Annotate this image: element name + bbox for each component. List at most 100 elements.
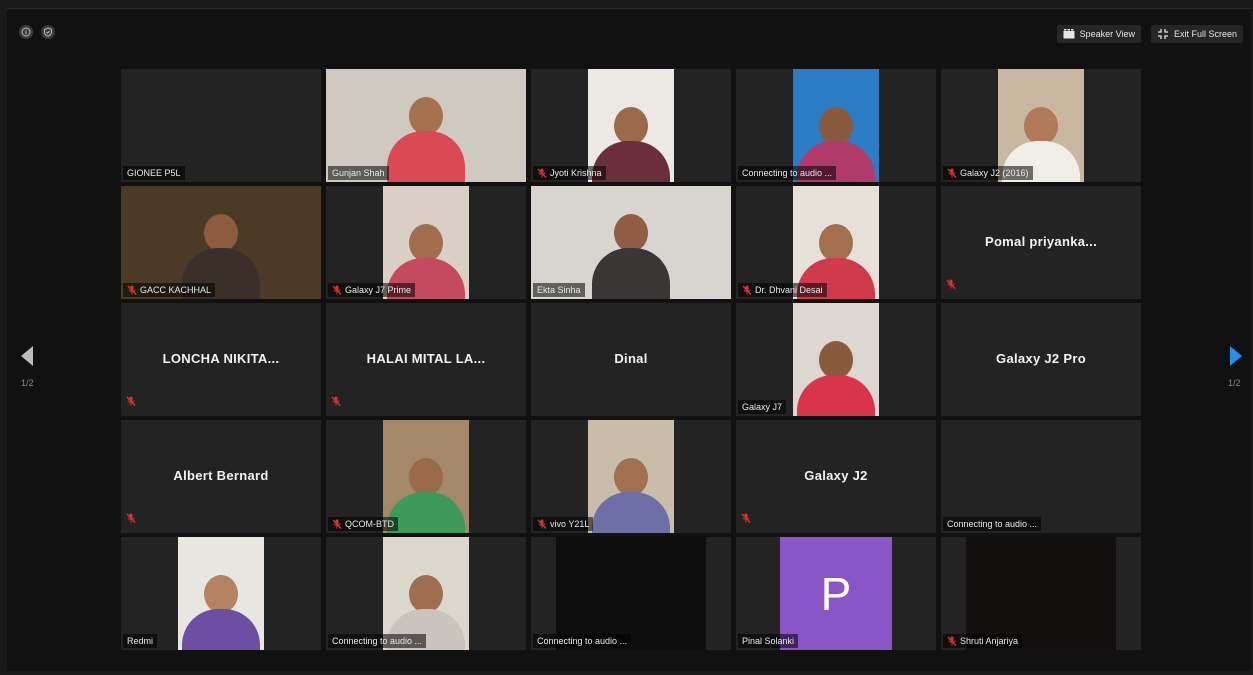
participant-tile[interactable]: Connecting to audio ... — [326, 537, 526, 650]
muted-microphone-icon — [331, 396, 341, 406]
participant-name: Dr. Dhvani Desai — [755, 285, 823, 295]
participant-tile[interactable]: QCOM-BTD — [326, 420, 526, 533]
participant-tile[interactable]: Galaxy J7 Prime — [326, 186, 526, 299]
participant-name-tag: Galaxy J7 Prime — [328, 283, 416, 297]
participant-name: Jyoti Krishna — [550, 168, 602, 178]
top-left-controls — [19, 25, 55, 39]
participant-tile[interactable]: Jyoti Krishna — [531, 69, 731, 182]
participant-name: Connecting to audio ... — [332, 636, 423, 646]
page-indicator-right: 1/2 — [1228, 378, 1241, 388]
muted-indicator — [331, 393, 341, 411]
participant-figure — [797, 341, 875, 416]
participant-name: Pinal Solanki — [742, 636, 795, 646]
participant-tile[interactable]: HALAI MITAL LA... — [326, 303, 526, 416]
participant-display-name: Dinal — [614, 351, 648, 366]
participant-name: Galaxy J2 (2016) — [960, 168, 1029, 178]
encryption-shield-icon[interactable] — [41, 25, 55, 39]
participant-tile[interactable]: Galaxy J7 — [736, 303, 936, 416]
participant-grid: GIONEE P5L Gunjan Shah Jyoti Krishna Connec… — [121, 69, 1141, 650]
previous-page-arrow-icon[interactable] — [20, 345, 34, 367]
participant-name: Gunjan Shah — [332, 168, 385, 178]
participant-display-name: LONCHA NIKITA... — [162, 351, 280, 366]
muted-microphone-icon — [332, 285, 342, 295]
participant-tile[interactable]: Gunjan Shah — [326, 69, 526, 182]
participant-name-tag: Jyoti Krishna — [533, 166, 606, 180]
participant-tile[interactable]: Galaxy J2 (2016) — [941, 69, 1141, 182]
participant-name-tag: Connecting to audio ... — [328, 634, 427, 648]
participant-tile[interactable]: Shruti Anjariya — [941, 537, 1141, 650]
participant-tile[interactable]: Galaxy J2 Pro — [941, 303, 1141, 416]
next-page-arrow-icon[interactable] — [1229, 345, 1243, 367]
participant-name-tag: Redmi — [123, 634, 158, 648]
participant-name: vivo Y21L — [550, 519, 590, 529]
participant-name-tag: Gunjan Shah — [328, 166, 389, 180]
muted-microphone-icon — [127, 285, 137, 295]
muted-microphone-icon — [947, 636, 957, 646]
participant-tile[interactable]: LONCHA NIKITA... — [121, 303, 321, 416]
participant-figure — [592, 214, 670, 299]
participant-tile[interactable]: Connecting to audio ... — [941, 420, 1141, 533]
participant-name-tag: Galaxy J7 — [738, 400, 787, 414]
exit-fullscreen-label: Exit Full Screen — [1173, 29, 1237, 39]
participant-video — [178, 537, 264, 650]
participant-tile[interactable]: Dinal — [531, 303, 731, 416]
participant-name-tag: Pinal Solanki — [738, 634, 799, 648]
participant-name-tag: Connecting to audio ... — [943, 517, 1042, 531]
participant-name: Connecting to audio ... — [537, 636, 628, 646]
muted-microphone-icon — [741, 513, 751, 523]
participant-name: Galaxy J7 Prime — [345, 285, 412, 295]
participant-name: Galaxy J7 — [742, 402, 783, 412]
muted-indicator — [126, 510, 136, 528]
muted-microphone-icon — [537, 519, 547, 529]
participant-tile[interactable]: Connecting to audio ... — [736, 69, 936, 182]
participant-tile[interactable]: GIONEE P5L — [121, 69, 321, 182]
participant-display-name: Galaxy J2 Pro — [996, 351, 1086, 366]
participant-tile[interactable]: Galaxy J2 — [736, 420, 936, 533]
exit-fullscreen-button[interactable]: Exit Full Screen — [1150, 25, 1243, 43]
participant-tile[interactable]: Albert Bernard — [121, 420, 321, 533]
participant-name-tag: Dr. Dhvani Desai — [738, 283, 827, 297]
participant-video — [793, 303, 879, 416]
page-indicator-left: 1/2 — [21, 378, 34, 388]
participant-name-tag: Ekta Sinha — [533, 283, 585, 297]
participant-figure — [182, 575, 260, 650]
participant-display-name: Albert Bernard — [173, 468, 269, 483]
muted-indicator — [126, 393, 136, 411]
participant-name: GACC KACHHAL — [140, 285, 212, 295]
muted-indicator — [946, 276, 956, 294]
muted-indicator — [741, 510, 751, 528]
participant-name: Connecting to audio ... — [742, 168, 833, 178]
exit-fullscreen-icon — [1157, 29, 1168, 39]
participant-tile[interactable]: vivo Y21L — [531, 420, 731, 533]
participant-tile[interactable]: Ekta Sinha — [531, 186, 731, 299]
participant-name-tag: QCOM-BTD — [328, 517, 398, 531]
meeting-info-icon[interactable] — [19, 25, 33, 39]
participant-display-name: Galaxy J2 — [804, 468, 868, 483]
participant-name: Shruti Anjariya — [960, 636, 1019, 646]
muted-microphone-icon — [126, 513, 136, 523]
participant-tile[interactable]: GACC KACHHAL — [121, 186, 321, 299]
muted-microphone-icon — [126, 396, 136, 406]
participant-display-name: HALAI MITAL LA... — [366, 351, 486, 366]
participant-name-tag: GIONEE P5L — [123, 166, 185, 180]
speaker-view-label: Speaker View — [1079, 29, 1135, 39]
participant-name: Connecting to audio ... — [947, 519, 1038, 529]
participant-name-tag: GACC KACHHAL — [123, 283, 216, 297]
speaker-view-icon — [1063, 29, 1075, 39]
participant-tile[interactable]: Redmi — [121, 537, 321, 650]
participant-tile[interactable]: Dr. Dhvani Desai — [736, 186, 936, 299]
muted-microphone-icon — [742, 285, 752, 295]
speaker-view-button[interactable]: Speaker View — [1056, 25, 1141, 43]
participant-tile[interactable]: P Pinal Solanki — [736, 537, 936, 650]
muted-microphone-icon — [947, 168, 957, 178]
participant-display-name: Pomal priyanka... — [984, 234, 1098, 249]
participant-name: QCOM-BTD — [345, 519, 394, 529]
participant-name-tag: Shruti Anjariya — [943, 634, 1023, 648]
participant-figure — [387, 458, 465, 533]
top-right-controls: Speaker View Exit Full Screen — [1056, 25, 1243, 43]
participant-tile[interactable]: Connecting to audio ... — [531, 537, 731, 650]
muted-microphone-icon — [332, 519, 342, 529]
participant-name: GIONEE P5L — [127, 168, 181, 178]
participant-figure — [592, 458, 670, 533]
participant-tile[interactable]: Pomal priyanka... — [941, 186, 1141, 299]
